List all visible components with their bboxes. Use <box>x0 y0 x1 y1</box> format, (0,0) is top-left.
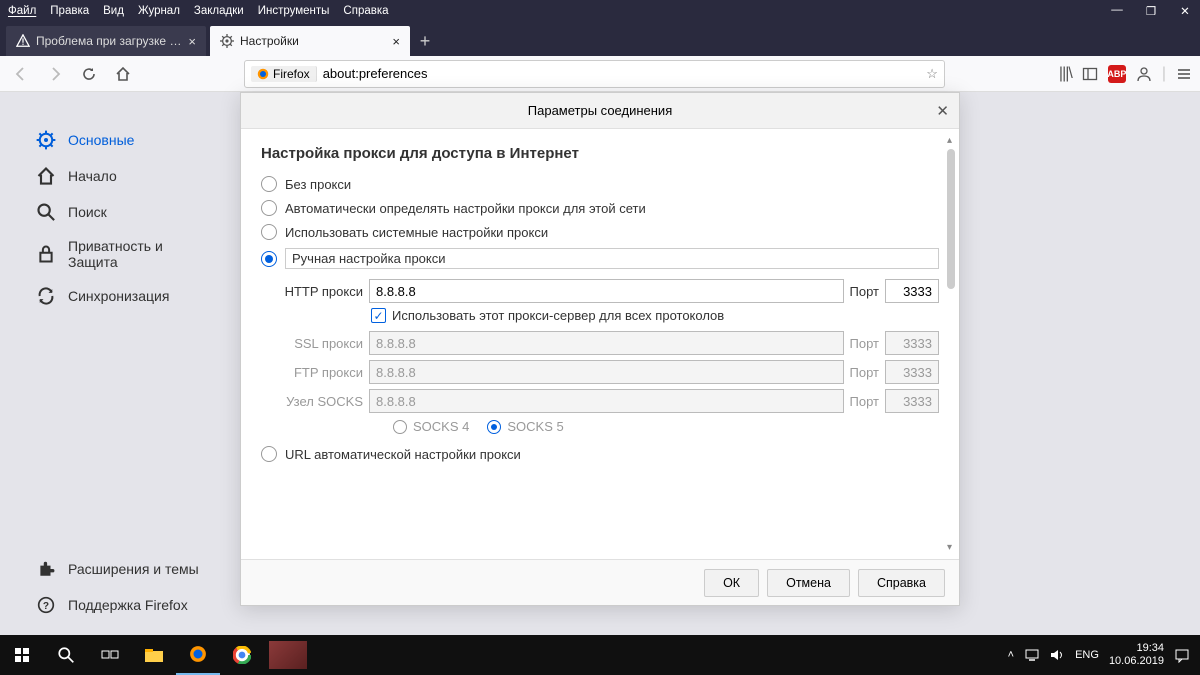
ftp-proxy-label: FTP прокси <box>283 365 363 380</box>
app-menu-icon[interactable] <box>1176 66 1192 82</box>
system-tray: ˄ ENG 19:34 10.06.2019 <box>1008 642 1200 668</box>
reload-button[interactable] <box>76 61 102 87</box>
tab-strip: Проблема при загрузке стран × Настройки … <box>0 22 1200 56</box>
radio-no-proxy[interactable]: Без прокси <box>261 172 939 196</box>
firefox-icon <box>257 68 269 80</box>
ftp-port-input <box>885 360 939 384</box>
port-label: Порт <box>850 394 879 409</box>
section-heading: Настройка прокси для доступа в Интернет <box>261 145 939 162</box>
search-button[interactable] <box>44 635 88 675</box>
socks-host-label: Узел SOCKS <box>283 394 363 409</box>
tray-network-icon[interactable] <box>1024 648 1040 662</box>
scroll-down-icon[interactable]: ▾ <box>947 542 952 553</box>
menu-history[interactable]: Журнал <box>138 5 180 17</box>
tray-language[interactable]: ENG <box>1075 649 1099 661</box>
radio-socks4: SOCKS 4 <box>393 419 469 434</box>
forward-button[interactable] <box>42 61 68 87</box>
radio-icon <box>393 420 407 434</box>
identity-pill[interactable]: Firefox <box>251 66 317 82</box>
radio-auto-detect[interactable]: Автоматически определять настройки прокс… <box>261 196 939 220</box>
window-minimize-icon[interactable]: — <box>1110 4 1124 18</box>
dialog-title: Параметры соединения <box>528 103 672 118</box>
start-button[interactable] <box>0 635 44 675</box>
dialog-footer: ОК Отмена Справка <box>241 559 959 605</box>
radio-icon <box>487 420 501 434</box>
back-button[interactable] <box>8 61 34 87</box>
tab-label: Проблема при загрузке стран <box>36 34 182 48</box>
ssl-proxy-label: SSL прокси <box>283 336 363 351</box>
tab-label: Настройки <box>240 34 386 48</box>
help-button[interactable]: Справка <box>858 569 945 597</box>
http-proxy-label: HTTP прокси <box>283 284 363 299</box>
ftp-proxy-input <box>369 360 844 384</box>
use-for-all-checkbox[interactable]: ✓ Использовать этот прокси-сервер для вс… <box>371 308 939 323</box>
radio-icon <box>261 200 277 216</box>
radio-icon <box>261 251 277 267</box>
nav-toolbar: Firefox about:preferences ☆ |||\ ABP | <box>0 56 1200 92</box>
modal-backdrop: Параметры соединения ✕ Настройка прокси … <box>0 92 1200 635</box>
task-view-button[interactable] <box>88 635 132 675</box>
bookmark-star-icon[interactable]: ☆ <box>926 66 938 82</box>
http-port-input[interactable] <box>885 279 939 303</box>
menu-tools[interactable]: Инструменты <box>258 5 330 17</box>
abp-icon[interactable]: ABP <box>1108 65 1126 83</box>
url-bar[interactable]: Firefox about:preferences ☆ <box>244 60 945 88</box>
url-text: about:preferences <box>323 66 428 81</box>
radio-socks5: SOCKS 5 <box>487 419 563 434</box>
checkbox-icon: ✓ <box>371 308 386 323</box>
radio-pac-url[interactable]: URL автоматической настройки прокси <box>261 442 939 466</box>
scroll-thumb[interactable] <box>947 149 955 289</box>
scrollbar[interactable]: ▴ ▾ <box>945 135 957 553</box>
menu-bar: Файл Правка Вид Журнал Закладки Инструме… <box>0 0 1200 22</box>
gear-icon <box>220 34 234 48</box>
menu-file[interactable]: Файл <box>8 5 36 17</box>
close-icon[interactable]: × <box>392 34 400 49</box>
socks-port-input <box>885 389 939 413</box>
radio-icon <box>261 224 277 240</box>
ssl-proxy-input <box>369 331 844 355</box>
port-label: Порт <box>850 284 879 299</box>
radio-manual-proxy[interactable]: Ручная настройка прокси <box>261 244 939 273</box>
port-label: Порт <box>850 336 879 351</box>
taskbar-item-firefox[interactable] <box>176 635 220 675</box>
tab-inactive[interactable]: Проблема при загрузке стран × <box>6 26 206 56</box>
taskbar-item-app[interactable] <box>264 635 312 675</box>
close-icon[interactable]: × <box>188 34 196 49</box>
socks-host-input <box>369 389 844 413</box>
library-icon[interactable]: |||\ <box>1059 65 1072 83</box>
tab-active[interactable]: Настройки × <box>210 26 410 56</box>
windows-taskbar: ˄ ENG 19:34 10.06.2019 <box>0 635 1200 675</box>
menu-help[interactable]: Справка <box>343 5 388 17</box>
http-proxy-input[interactable] <box>369 279 844 303</box>
content-area: Основные Начало Поиск Приватность и Защи… <box>0 92 1200 635</box>
account-icon[interactable] <box>1136 66 1152 82</box>
close-icon[interactable]: ✕ <box>936 102 949 120</box>
tray-notifications-icon[interactable] <box>1174 648 1190 663</box>
sidebar-toggle-icon[interactable] <box>1082 66 1098 82</box>
tray-chevron-icon[interactable]: ˄ <box>1008 649 1014 661</box>
menu-view[interactable]: Вид <box>103 5 124 17</box>
taskbar-item-chrome[interactable] <box>220 635 264 675</box>
radio-icon <box>261 446 277 462</box>
radio-system-proxy[interactable]: Использовать системные настройки прокси <box>261 220 939 244</box>
warning-icon <box>16 34 30 48</box>
ssl-port-input <box>885 331 939 355</box>
connection-settings-dialog: Параметры соединения ✕ Настройка прокси … <box>240 92 960 606</box>
home-button[interactable] <box>110 61 136 87</box>
ok-button[interactable]: ОК <box>704 569 759 597</box>
port-label: Порт <box>850 365 879 380</box>
dialog-header: Параметры соединения ✕ <box>241 93 959 129</box>
window-close-icon[interactable]: ✕ <box>1178 4 1192 18</box>
tray-clock[interactable]: 19:34 10.06.2019 <box>1109 642 1164 668</box>
cancel-button[interactable]: Отмена <box>767 569 850 597</box>
tray-volume-icon[interactable] <box>1050 648 1065 662</box>
menu-bookmarks[interactable]: Закладки <box>194 5 244 17</box>
scroll-up-icon[interactable]: ▴ <box>947 135 952 146</box>
radio-icon <box>261 176 277 192</box>
new-tab-button[interactable]: + <box>410 26 440 56</box>
menu-edit[interactable]: Правка <box>50 5 89 17</box>
window-restore-icon[interactable]: ❐ <box>1144 4 1158 18</box>
taskbar-item-explorer[interactable] <box>132 635 176 675</box>
dialog-body: Настройка прокси для доступа в Интернет … <box>241 129 959 559</box>
